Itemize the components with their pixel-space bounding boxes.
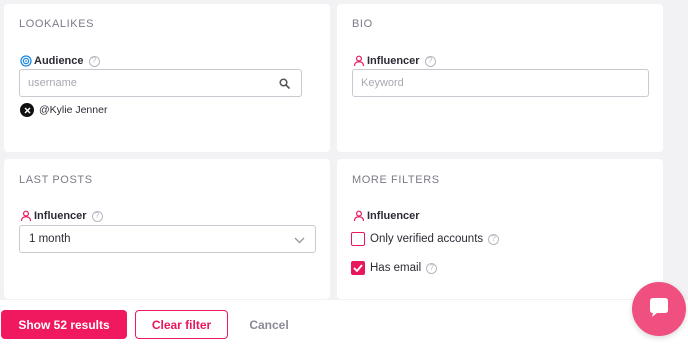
help-icon[interactable]: ?: [426, 262, 438, 274]
close-icon[interactable]: [20, 103, 34, 117]
verified-accounts-label: Only verified accounts: [370, 233, 484, 245]
username-search-input[interactable]: [19, 69, 302, 97]
audience-label-text: Audience: [34, 55, 84, 67]
chip-label: @Kylie Jenner: [39, 104, 108, 116]
card-title: BIO: [352, 18, 373, 30]
last-posts-card: LAST POSTS Influencer ? 1 month: [4, 159, 330, 299]
keyword-input[interactable]: [352, 69, 649, 97]
help-icon[interactable]: ?: [88, 55, 100, 67]
has-email-option[interactable]: Has email ?: [351, 261, 438, 275]
influencer-label-text: Influencer: [34, 210, 87, 222]
more-filters-card: MORE FILTERS Influencer Only verified ac…: [337, 159, 663, 299]
person-icon: [20, 210, 32, 222]
influencer-label-text: Influencer: [367, 55, 420, 67]
checkmark-icon: [353, 264, 363, 272]
help-icon[interactable]: ?: [424, 55, 436, 67]
search-icon[interactable]: [275, 74, 293, 92]
has-email-label: Has email: [370, 262, 422, 274]
has-email-checkbox[interactable]: [351, 261, 365, 275]
influencer-label: Influencer ?: [20, 210, 103, 222]
influencer-label: Influencer: [353, 210, 420, 222]
chat-icon: [650, 298, 668, 317]
influencer-label: Influencer ?: [353, 55, 436, 67]
chevron-down-icon: [294, 235, 305, 247]
period-select-value: 1 month: [29, 233, 71, 245]
period-select[interactable]: 1 month: [19, 225, 316, 253]
clear-filter-button[interactable]: Clear filter: [135, 310, 228, 339]
selected-audience-chip: @Kylie Jenner: [20, 103, 107, 117]
person-icon: [353, 210, 365, 222]
influencer-label-text: Influencer: [367, 210, 420, 222]
show-results-button[interactable]: Show 52 results: [1, 310, 127, 339]
cancel-button[interactable]: Cancel: [238, 310, 300, 339]
card-title: MORE FILTERS: [352, 174, 440, 186]
help-icon[interactable]: ?: [91, 210, 103, 222]
verified-accounts-option[interactable]: Only verified accounts ?: [351, 232, 500, 246]
card-title: LOOKALIKES: [19, 18, 95, 30]
card-title: LAST POSTS: [19, 174, 93, 186]
lookalikes-card: LOOKALIKES Audience ? @Kylie Jenner: [4, 4, 330, 152]
bio-card: BIO Influencer ?: [337, 4, 663, 152]
chat-button[interactable]: [632, 282, 686, 336]
target-icon: [20, 55, 32, 67]
person-icon: [353, 55, 365, 67]
audience-label: Audience ?: [20, 55, 100, 67]
help-icon[interactable]: ?: [488, 233, 500, 245]
verified-accounts-checkbox[interactable]: [351, 232, 365, 246]
